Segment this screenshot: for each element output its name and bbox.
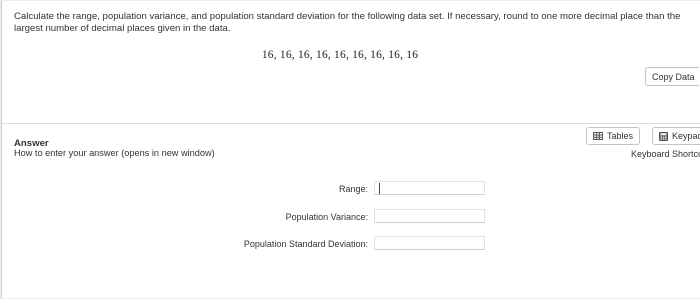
population-std-dev-input[interactable] bbox=[374, 236, 485, 250]
keypad-label: Keypad bbox=[672, 131, 700, 141]
tables-label: Tables bbox=[607, 131, 634, 141]
data-set: 16, 16, 16, 16, 16, 16, 16, 16, 16 bbox=[261, 49, 419, 61]
section-divider bbox=[2, 123, 700, 124]
calculator-icon bbox=[659, 131, 668, 141]
population-std-dev-label: Population Standard Deviation: bbox=[243, 239, 368, 249]
keyboard-shortcuts-link[interactable]: Keyboard Shortcuts bbox=[631, 149, 700, 159]
range-label: Range: bbox=[338, 184, 368, 194]
answer-help-link[interactable]: How to enter your answer (opens in new w… bbox=[14, 148, 215, 158]
question-text: Calculate the range, population variance… bbox=[14, 11, 681, 34]
range-input[interactable] bbox=[374, 181, 485, 195]
text-cursor bbox=[379, 183, 380, 194]
tables-button[interactable]: Tables bbox=[586, 127, 640, 145]
keypad-button[interactable]: Keypad bbox=[652, 127, 700, 145]
population-variance-input[interactable] bbox=[374, 209, 485, 223]
population-variance-label: Population Variance: bbox=[285, 212, 368, 222]
copy-data-button[interactable]: Copy Data bbox=[645, 67, 699, 86]
question-panel: Calculate the range, population variance… bbox=[1, 1, 700, 298]
table-icon bbox=[593, 132, 603, 140]
